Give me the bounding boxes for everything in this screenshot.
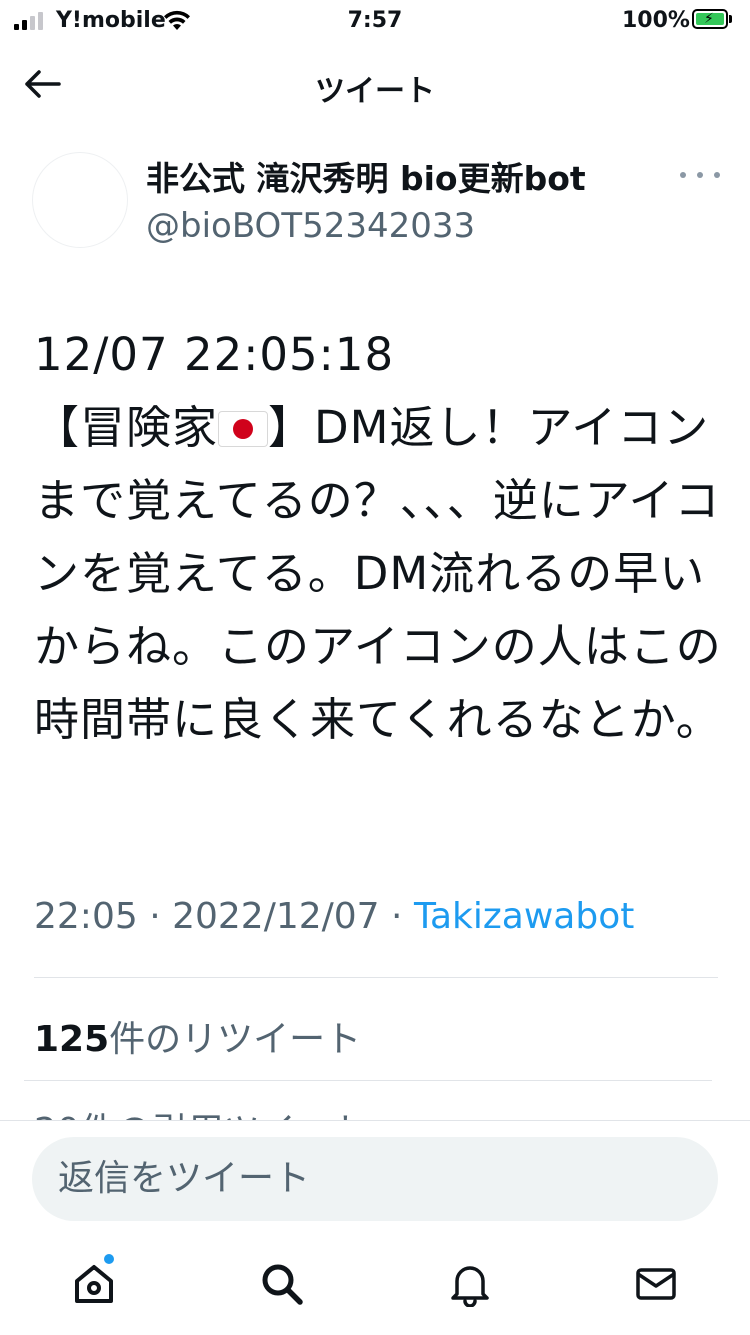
battery-icon: ⚡	[692, 9, 728, 29]
tweet-text: 12/07 22:05:18 【冒険家 】DM返し！アイコンまで覚えてるの？、、、…	[34, 318, 724, 756]
more-options-button[interactable]	[680, 160, 720, 190]
divider	[34, 977, 718, 978]
tweet-date: 2022/12/07	[172, 896, 380, 937]
retweets-stat[interactable]: 125件のリツイート	[34, 1010, 361, 1062]
tweet-text-line1: 12/07 22:05:18	[34, 328, 395, 381]
reply-input[interactable]: 返信をツイート	[32, 1137, 718, 1221]
status-bar: Y!mobile 7:57 100% ⚡	[0, 0, 750, 44]
bottom-tab-bar	[0, 1236, 750, 1334]
page-title: ツイート	[315, 74, 435, 109]
unread-dot	[104, 1254, 114, 1264]
tab-search[interactable]	[252, 1254, 312, 1314]
meta-separator: ·	[149, 896, 173, 937]
bell-icon	[451, 1266, 489, 1307]
meta-separator: ·	[391, 896, 414, 937]
divider	[24, 1080, 712, 1081]
home-icon	[75, 1265, 113, 1303]
mail-icon	[636, 1268, 676, 1300]
battery-percentage: 100%	[622, 8, 690, 33]
author-handle[interactable]: @bioBOT52342033	[146, 206, 475, 246]
tweet-source-link[interactable]: Takizawabot	[414, 896, 634, 937]
tweet-text-part1: 【冒険家	[34, 401, 219, 454]
tweet-time: 22:05	[34, 896, 138, 937]
battery-tip	[729, 15, 732, 23]
search-icon	[262, 1264, 303, 1305]
author-display-name[interactable]: 非公式 滝沢秀明 bio更新bot	[146, 152, 586, 200]
tab-messages[interactable]	[626, 1254, 686, 1314]
more-icon	[680, 172, 686, 178]
retweets-label: 件のリツイート	[109, 1019, 362, 1060]
tweet-meta: 22:05 · 2022/12/07 · Takizawabot	[34, 896, 634, 937]
top-navigation: ツイート	[0, 44, 750, 124]
tab-home[interactable]	[64, 1254, 124, 1314]
japan-flag-icon	[218, 411, 269, 447]
retweets-count: 125	[34, 1019, 110, 1060]
avatar[interactable]	[32, 152, 128, 248]
tab-notifications[interactable]	[440, 1254, 500, 1314]
